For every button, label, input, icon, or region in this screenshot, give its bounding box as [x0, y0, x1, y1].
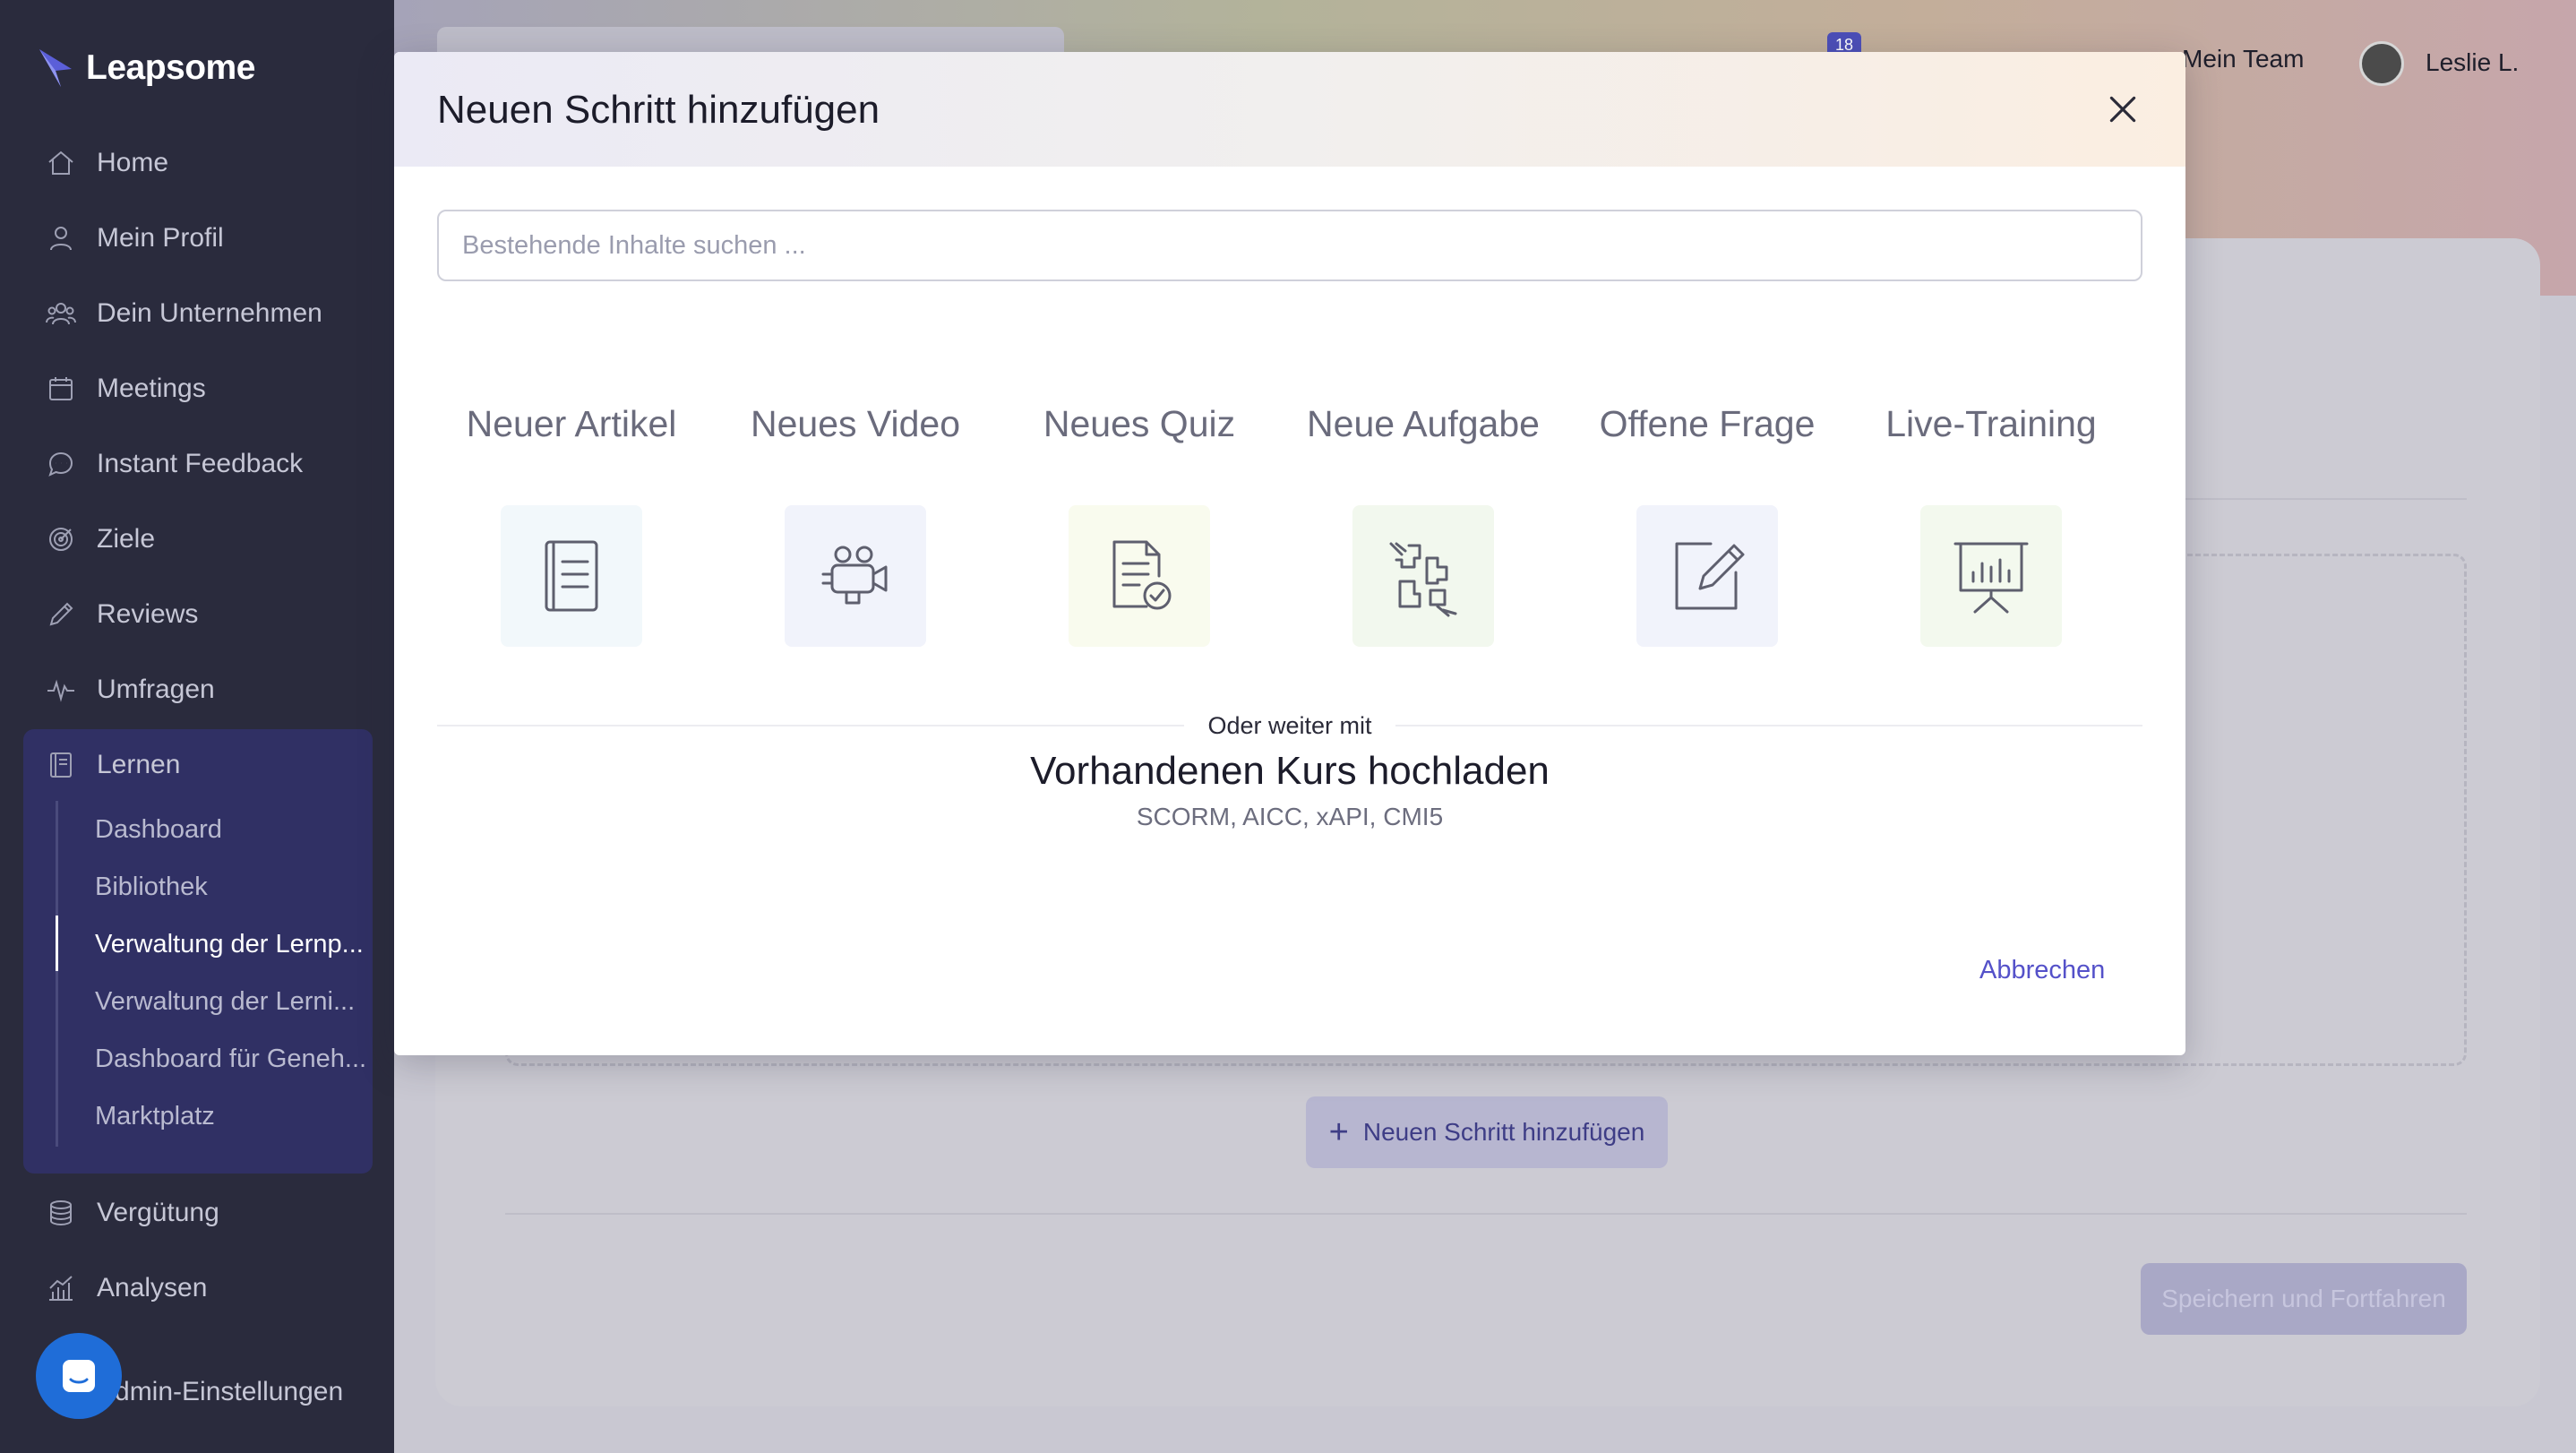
- sidebar-item-umfragen[interactable]: Umfragen: [45, 665, 215, 715]
- sidebar-item-label: Admin-Einstellungen: [97, 1377, 344, 1406]
- step-type-label: Live-Training: [1885, 402, 2097, 444]
- sidebar-item-label: Ziele: [97, 524, 156, 554]
- add-step-modal: Neuen Schritt hinzufügen Neuer Artikel N…: [394, 52, 2185, 1055]
- intercom-chat-button[interactable]: [36, 1333, 122, 1419]
- step-type-label: Offene Frage: [1599, 402, 1816, 444]
- step-type-label: Neues Video: [750, 402, 961, 444]
- sidebar-item-instant-feedback[interactable]: Instant Feedback: [45, 439, 303, 489]
- calendar-icon: [49, 377, 73, 400]
- content-search-input[interactable]: [437, 210, 2142, 281]
- step-type-tile[interactable]: [501, 505, 642, 647]
- sidebar-item-label: Analysen: [97, 1273, 208, 1303]
- leapsome-logo[interactable]: Leapsome: [38, 43, 255, 93]
- sidebar-sub-bibliothek[interactable]: Bibliothek: [95, 862, 373, 912]
- puzzle-icon: [1389, 542, 1457, 617]
- step-type-task[interactable]: Neue Aufgabe: [1289, 401, 1558, 647]
- step-type-tile[interactable]: [1352, 505, 1494, 647]
- user-icon: [50, 227, 72, 251]
- upload-course-link[interactable]: Vorhandenen Kurs hochladen: [394, 749, 2185, 794]
- sidebar: Leapsome Home Mein Profil Dein Unternehm…: [0, 0, 394, 1453]
- step-type-options: Neuer Artikel Neues Video Neues Quiz Neu…: [437, 401, 2142, 661]
- step-type-label: Neuer Artikel: [466, 402, 677, 444]
- sidebar-item-ziele[interactable]: Ziele: [45, 514, 155, 564]
- presentation-icon: [1953, 542, 2029, 614]
- sidebar-item-label: Reviews: [97, 599, 199, 629]
- sidebar-item-meetings[interactable]: Meetings: [45, 364, 206, 414]
- sidebar-sub-dashboard[interactable]: Dashboard: [95, 804, 373, 855]
- sidebar-item-label: Meetings: [97, 374, 206, 403]
- upload-course-formats: SCORM, AICC, xAPI, CMI5: [1136, 803, 1444, 830]
- avatar[interactable]: [2359, 41, 2404, 86]
- sidebar-item-label: Vergütung: [97, 1198, 219, 1227]
- add-step-button[interactable]: + Neuen Schritt hinzufügen: [1306, 1096, 1668, 1168]
- step-type-tile[interactable]: [1069, 505, 1210, 647]
- sidebar-item-mein-profil[interactable]: Mein Profil: [45, 213, 224, 263]
- step-type-live-training[interactable]: Live-Training: [1857, 401, 2125, 647]
- step-type-tile[interactable]: [1636, 505, 1778, 647]
- divider: [505, 1213, 2467, 1215]
- book-icon: [50, 752, 72, 778]
- coins-icon: [50, 1200, 72, 1226]
- sidebar-sub-verwaltung-lerninhalte[interactable]: Verwaltung der Lerni...: [95, 976, 373, 1027]
- user-name[interactable]: Leslie L.: [2426, 48, 2519, 77]
- save-and-continue-button[interactable]: Speichern und Fortfahren: [2141, 1263, 2467, 1335]
- leapsome-logo-icon: [39, 49, 72, 87]
- step-type-video[interactable]: Neues Video: [721, 401, 990, 647]
- my-team-link[interactable]: Mein Team: [2182, 45, 2304, 73]
- video-camera-icon: [821, 546, 888, 605]
- plus-icon: +: [1328, 1113, 1349, 1151]
- sidebar-item-verguetung[interactable]: Vergütung: [45, 1188, 219, 1238]
- step-type-quiz[interactable]: Neues Quiz: [1005, 401, 1274, 647]
- messenger-icon: [63, 1360, 95, 1392]
- add-step-label: Neuen Schritt hinzufügen: [1362, 1118, 1645, 1146]
- target-icon: [49, 528, 73, 551]
- sidebar-sub-marktplatz[interactable]: Marktplatz: [95, 1091, 373, 1141]
- sidebar-item-label: Mein Profil: [97, 223, 224, 253]
- article-icon: [545, 540, 598, 612]
- sidebar-item-analysen[interactable]: Analysen: [45, 1263, 207, 1313]
- edit-icon: [1675, 542, 1745, 610]
- or-divider: Oder weiter mit: [437, 708, 2143, 744]
- or-divider-text: Oder weiter mit: [1207, 711, 1372, 739]
- sidebar-item-home[interactable]: Home: [45, 138, 168, 188]
- submenu-line: [56, 801, 58, 1147]
- divider-line: [1395, 725, 2143, 726]
- step-type-open-question[interactable]: Offene Frage: [1573, 401, 1842, 647]
- close-icon: [2109, 96, 2136, 123]
- brand-name: Leapsome: [86, 48, 255, 87]
- chat-icon: [48, 451, 73, 477]
- home-icon: [48, 150, 73, 175]
- sidebar-sub-dashboard-genehmigungen[interactable]: Dashboard für Geneh...: [95, 1034, 373, 1084]
- close-button[interactable]: [2096, 82, 2150, 136]
- sidebar-item-label: Umfragen: [97, 675, 215, 704]
- submenu-active-indicator: [56, 916, 58, 971]
- step-type-article[interactable]: Neuer Artikel: [437, 401, 706, 647]
- step-type-label: Neues Quiz: [1043, 402, 1236, 444]
- sidebar-item-label: Lernen: [97, 750, 181, 779]
- cancel-button[interactable]: Abbrechen: [1979, 948, 2105, 993]
- divider-line: [437, 725, 1185, 726]
- quiz-icon: [1112, 540, 1172, 610]
- sidebar-sub-verwaltung-lernpfade[interactable]: Verwaltung der Lernp...: [95, 919, 373, 969]
- sidebar-item-lernen[interactable]: Lernen: [45, 740, 180, 790]
- chart-icon: [49, 1276, 73, 1301]
- pulse-icon: [47, 679, 74, 702]
- sidebar-item-label: Home: [97, 148, 169, 177]
- sidebar-item-label: Instant Feedback: [97, 449, 304, 478]
- modal-title: Neuen Schritt hinzufügen: [437, 88, 880, 132]
- step-type-tile[interactable]: [1920, 505, 2062, 647]
- users-icon: [46, 303, 76, 325]
- step-type-tile[interactable]: [785, 505, 926, 647]
- sidebar-item-dein-unternehmen[interactable]: Dein Unternehmen: [45, 288, 322, 339]
- pencil-icon: [49, 602, 73, 626]
- step-type-label: Neue Aufgabe: [1307, 402, 1540, 444]
- sidebar-item-label: Dein Unternehmen: [97, 298, 322, 328]
- sidebar-item-reviews[interactable]: Reviews: [45, 589, 198, 640]
